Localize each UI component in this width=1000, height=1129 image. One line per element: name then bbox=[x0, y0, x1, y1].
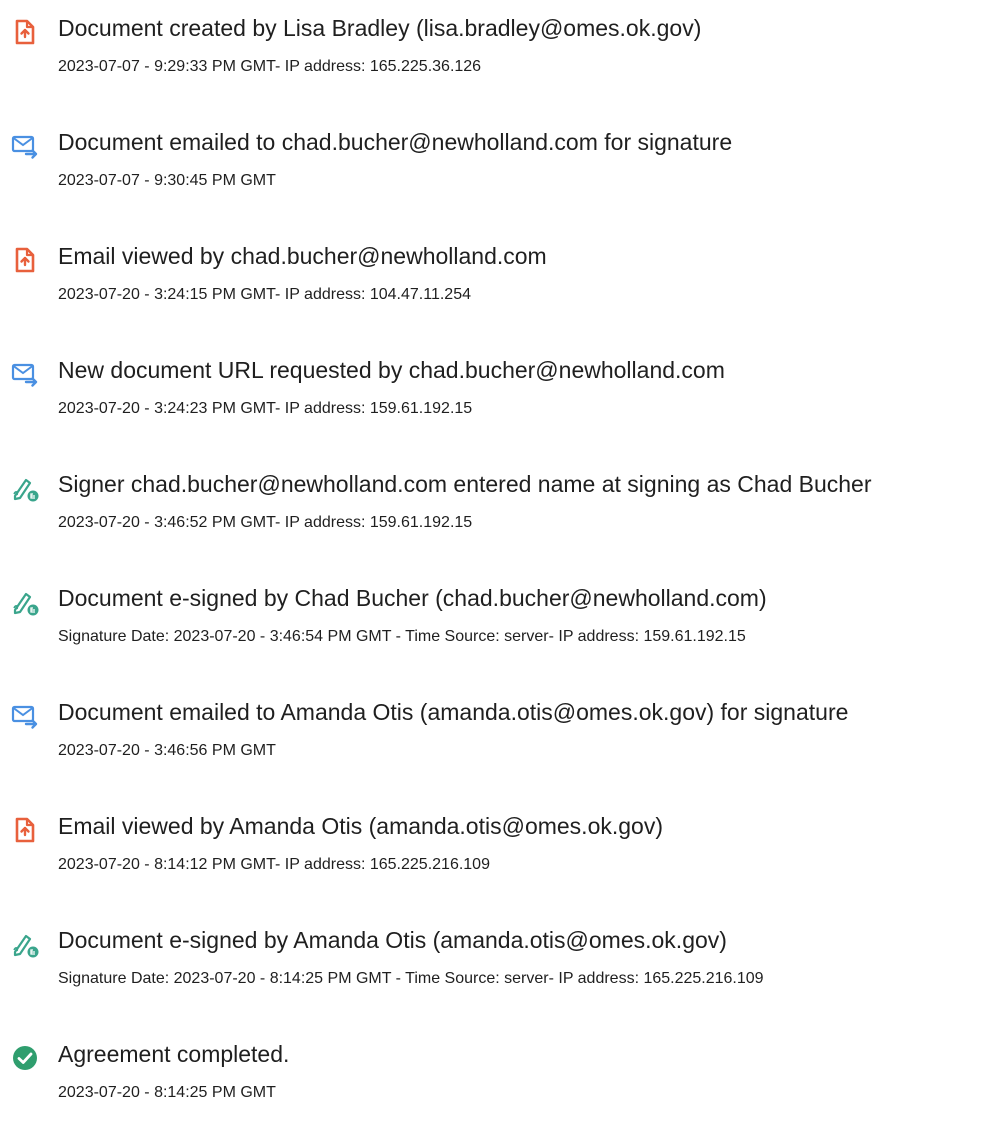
email-icon bbox=[11, 702, 39, 730]
email-icon bbox=[11, 132, 39, 160]
event-title: Email viewed by Amanda Otis (amanda.otis… bbox=[58, 813, 663, 839]
audit-event: Email viewed by Amanda Otis (amanda.otis… bbox=[0, 811, 1000, 901]
event-detail: 2023-07-07 - 9:29:33 PM GMT- IP address:… bbox=[58, 58, 482, 75]
audit-event: Document e-signed by Amanda Otis (amanda… bbox=[0, 925, 1000, 1015]
signature-icon bbox=[11, 588, 39, 616]
audit-event: Document e-signed by Chad Bucher (chad.b… bbox=[0, 583, 1000, 673]
document-icon bbox=[11, 18, 39, 46]
event-detail: 2023-07-20 - 8:14:25 PM GMT bbox=[58, 1084, 276, 1101]
event-title: Document e-signed by Chad Bucher (chad.b… bbox=[58, 585, 767, 611]
event-detail: 2023-07-07 - 9:30:45 PM GMT bbox=[58, 172, 276, 189]
event-title: Document created by Lisa Bradley (lisa.b… bbox=[58, 15, 702, 41]
signature-icon bbox=[11, 930, 39, 958]
event-detail: Signature Date: 2023-07-20 - 3:46:54 PM … bbox=[58, 628, 746, 645]
audit-event: New document URL requested by chad.buche… bbox=[0, 355, 1000, 445]
event-title: Agreement completed. bbox=[58, 1041, 290, 1067]
checkmark-circle-icon bbox=[11, 1044, 39, 1072]
signature-icon bbox=[11, 474, 39, 502]
document-icon bbox=[11, 816, 39, 844]
event-detail: 2023-07-20 - 3:46:56 PM GMT bbox=[58, 742, 276, 759]
event-detail: 2023-07-20 - 3:24:15 PM GMT- IP address:… bbox=[58, 286, 471, 303]
audit-event: Agreement completed. 2023-07-20 - 8:14:2… bbox=[0, 1039, 1000, 1129]
email-icon bbox=[11, 360, 39, 388]
event-title: Document emailed to chad.bucher@newholla… bbox=[58, 129, 733, 155]
event-title: New document URL requested by chad.buche… bbox=[58, 357, 725, 383]
event-title: Email viewed by chad.bucher@newholland.c… bbox=[58, 243, 547, 269]
audit-event: Signer chad.bucher@newholland.com entere… bbox=[0, 469, 1000, 559]
document-icon bbox=[11, 246, 39, 274]
event-detail: 2023-07-20 - 3:24:23 PM GMT- IP address:… bbox=[58, 400, 473, 417]
event-detail: Signature Date: 2023-07-20 - 8:14:25 PM … bbox=[58, 970, 764, 987]
audit-event: Document emailed to chad.bucher@newholla… bbox=[0, 127, 1000, 217]
audit-event: Document created by Lisa Bradley (lisa.b… bbox=[0, 13, 1000, 103]
event-title: Document e-signed by Amanda Otis (amanda… bbox=[58, 927, 727, 953]
event-title: Document emailed to Amanda Otis (amanda.… bbox=[58, 699, 849, 725]
audit-event: Email viewed by chad.bucher@newholland.c… bbox=[0, 241, 1000, 331]
audit-event: Document emailed to Amanda Otis (amanda.… bbox=[0, 697, 1000, 787]
event-detail: 2023-07-20 - 8:14:12 PM GMT- IP address:… bbox=[58, 856, 490, 873]
event-detail: 2023-07-20 - 3:46:52 PM GMT- IP address:… bbox=[58, 514, 473, 531]
event-title: Signer chad.bucher@newholland.com entere… bbox=[58, 471, 872, 497]
